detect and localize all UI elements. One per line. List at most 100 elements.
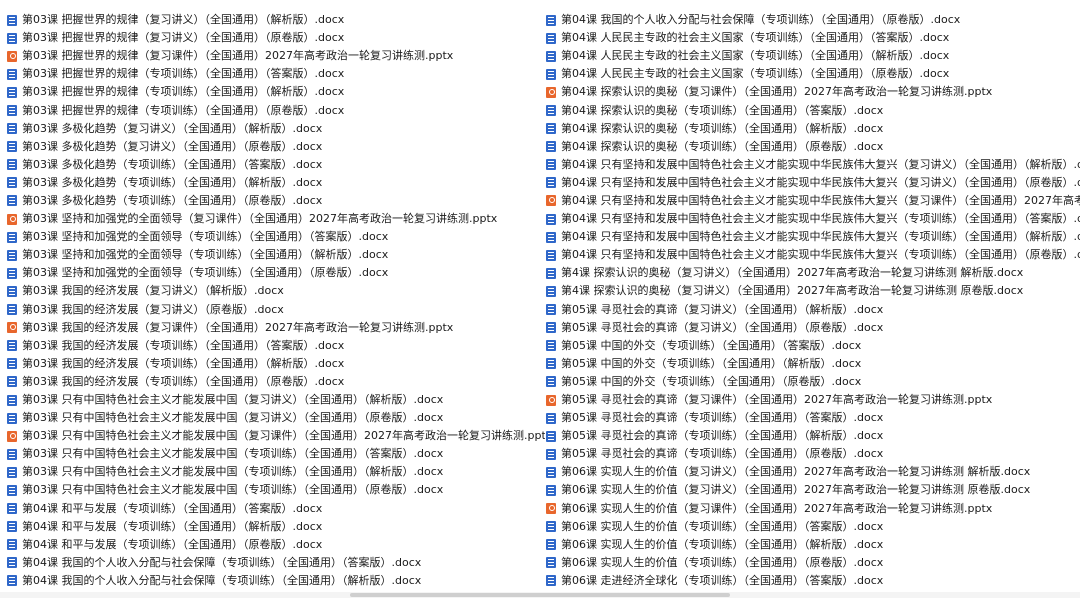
file-name: 第04课 探索认识的奥秘（专项训练）（全国通用）（解析版）.docx <box>561 121 884 135</box>
word-doc-icon <box>7 358 17 370</box>
word-doc-icon <box>546 123 556 135</box>
file-name: 第03课 多极化趋势（复习讲义）（全国通用）（解析版）.docx <box>22 121 323 135</box>
file-name: 第03课 坚持和加强党的全面领导（专项训练）（全国通用）（答案版）.docx <box>22 230 389 244</box>
file-item[interactable]: 第03课 我国的经济发展（复习讲义）（解析版）.docx <box>7 282 545 300</box>
word-doc-icon <box>546 68 556 80</box>
file-item[interactable]: 第04课 和平与发展（专项训练）（全国通用）（原卷版）.docx <box>7 536 545 554</box>
file-item[interactable]: 第03课 我国的经济发展（复习课件）（全国通用）2027年高考政治一轮复习讲练测… <box>7 319 545 337</box>
file-item[interactable]: 第04课 只有坚持和发展中国特色社会主义才能实现中华民族伟大复兴（专项训练）（全… <box>546 210 1080 228</box>
file-name: 第04课 只有坚持和发展中国特色社会主义才能实现中华民族伟大复兴（复习课件）（全… <box>561 193 1080 207</box>
powerpoint-icon <box>546 86 556 98</box>
word-doc-icon <box>7 557 17 569</box>
file-item[interactable]: 第03课 多极化趋势（复习讲义）（全国通用）（原卷版）.docx <box>7 138 545 156</box>
file-name: 第04课 只有坚持和发展中国特色社会主义才能实现中华民族伟大复兴（复习讲义）（全… <box>561 157 1080 171</box>
file-item[interactable]: 第03课 只有中国特色社会主义才能发展中国（专项训练）（全国通用）（答案版）.d… <box>7 445 545 463</box>
word-doc-icon <box>7 195 17 207</box>
file-item[interactable]: 第06课 实现人生的价值（复习讲义）（全国通用）2027年高考政治一轮复习讲练测… <box>546 481 1080 499</box>
word-doc-icon <box>546 267 556 279</box>
file-item[interactable]: 第03课 多极化趋势（专项训练）（全国通用）（原卷版）.docx <box>7 192 545 210</box>
file-item[interactable]: 第05课 寻觅社会的真谛（专项训练）（全国通用）（解析版）.docx <box>546 427 1080 445</box>
file-item[interactable]: 第04课 和平与发展（专项训练）（全国通用）（解析版）.docx <box>7 518 545 536</box>
file-item[interactable]: 第05课 寻觅社会的真谛（专项训练）（全国通用）（原卷版）.docx <box>546 445 1080 463</box>
word-doc-icon <box>7 249 17 261</box>
file-item[interactable]: 第04课 我国的个人收入分配与社会保障（专项训练）（全国通用）（答案版）.doc… <box>7 554 545 572</box>
word-doc-icon <box>7 412 17 424</box>
file-item[interactable]: 第05课 寻觅社会的真谛（专项训练）（全国通用）（答案版）.docx <box>546 409 1080 427</box>
file-item[interactable]: 第04课 只有坚持和发展中国特色社会主义才能实现中华民族伟大复兴（复习讲义）（全… <box>546 174 1080 192</box>
file-name: 第04课 我国的个人收入分配与社会保障（专项训练）（全国通用）（解析版）.doc… <box>22 573 422 587</box>
file-item[interactable]: 第03课 多极化趋势（复习讲义）（全国通用）（解析版）.docx <box>7 120 545 138</box>
file-name: 第03课 我国的经济发展（专项训练）（全国通用）（原卷版）.docx <box>22 374 345 388</box>
file-name: 第03课 只有中国特色社会主义才能发展中国（复习讲义）（全国通用）（解析版）.d… <box>22 393 444 407</box>
file-item[interactable]: 第04课 只有坚持和发展中国特色社会主义才能实现中华民族伟大复兴（复习讲义）（全… <box>546 156 1080 174</box>
file-item[interactable]: 第03课 把握世界的规律（专项训练）（全国通用）（原卷版）.docx <box>7 101 545 119</box>
file-name: 第04课 人民民主专政的社会主义国家（专项训练）（全国通用）（原卷版）.docx <box>561 67 950 81</box>
file-item[interactable]: 第06课 实现人生的价值（专项训练）（全国通用）（答案版）.docx <box>546 518 1080 536</box>
horizontal-scrollbar[interactable] <box>0 592 1080 598</box>
file-item[interactable]: 第03课 把握世界的规律（专项训练）（全国通用）（答案版）.docx <box>7 65 545 83</box>
file-item[interactable]: 第05课 寻觅社会的真谛（复习讲义）（全国通用）（解析版）.docx <box>546 301 1080 319</box>
file-name: 第03课 只有中国特色社会主义才能发展中国（复习课件）（全国通用）2027年高考… <box>22 429 545 443</box>
file-item[interactable]: 第03课 我国的经济发展（专项训练）（全国通用）（解析版）.docx <box>7 355 545 373</box>
file-item[interactable]: 第03课 我国的经济发展（专项训练）（全国通用）（原卷版）.docx <box>7 373 545 391</box>
file-item[interactable]: 第03课 我国的经济发展（专项训练）（全国通用）（答案版）.docx <box>7 337 545 355</box>
file-item[interactable]: 第04课 只有坚持和发展中国特色社会主义才能实现中华民族伟大复兴（复习课件）（全… <box>546 192 1080 210</box>
word-doc-icon <box>7 32 17 44</box>
file-item[interactable]: 第03课 坚持和加强党的全面领导（复习课件）（全国通用）2027年高考政治一轮复… <box>7 210 545 228</box>
file-item[interactable]: 第05课 中国的外交（专项训练）（全国通用）（解析版）.docx <box>546 355 1080 373</box>
file-item[interactable]: 第05课 寻觅社会的真谛（复习课件）（全国通用）2027年高考政治一轮复习讲练测… <box>546 391 1080 409</box>
file-item[interactable]: 第4课 探索认识的奥秘（复习讲义）（全国通用）2027年高考政治一轮复习讲练测 … <box>546 282 1080 300</box>
file-item[interactable]: 第03课 把握世界的规律（专项训练）（全国通用）（解析版）.docx <box>7 83 545 101</box>
file-item[interactable]: 第06课 实现人生的价值（专项训练）（全国通用）（原卷版）.docx <box>546 554 1080 572</box>
file-item[interactable]: 第03课 只有中国特色社会主义才能发展中国（专项训练）（全国通用）（解析版）.d… <box>7 463 545 481</box>
file-item[interactable]: 第4课 探索认识的奥秘（复习讲义）（全国通用）2027年高考政治一轮复习讲练测 … <box>546 264 1080 282</box>
file-item[interactable]: 第04课 我国的个人收入分配与社会保障（专项训练）（全国通用）（解析版）.doc… <box>7 572 545 590</box>
file-item[interactable]: 第04课 探索认识的奥秘（专项训练）（全国通用）（原卷版）.docx <box>546 138 1080 156</box>
file-name: 第06课 实现人生的价值（复习课件）（全国通用）2027年高考政治一轮复习讲练测… <box>561 501 993 515</box>
file-name: 第04课 人民民主专政的社会主义国家（专项训练）（全国通用）（答案版）.docx <box>561 31 950 45</box>
word-doc-icon <box>546 358 556 370</box>
file-item[interactable]: 第06课 走进经济全球化（专项训练）（全国通用）（答案版）.docx <box>546 572 1080 590</box>
word-doc-icon <box>546 231 556 243</box>
file-item[interactable]: 第04课 人民民主专政的社会主义国家（专项训练）（全国通用）（解析版）.docx <box>546 47 1080 65</box>
file-item[interactable]: 第06课 实现人生的价值（复习课件）（全国通用）2027年高考政治一轮复习讲练测… <box>546 500 1080 518</box>
file-item[interactable]: 第04课 人民民主专政的社会主义国家（专项训练）（全国通用）（原卷版）.docx <box>546 65 1080 83</box>
file-item[interactable]: 第03课 只有中国特色社会主义才能发展中国（复习讲义）（全国通用）（解析版）.d… <box>7 391 545 409</box>
file-item[interactable]: 第03课 多极化趋势（专项训练）（全国通用）（解析版）.docx <box>7 174 545 192</box>
word-doc-icon <box>7 231 17 243</box>
file-item[interactable]: 第06课 实现人生的价值（专项训练）（全国通用）（解析版）.docx <box>546 536 1080 554</box>
file-item[interactable]: 第03课 多极化趋势（专项训练）（全国通用）（答案版）.docx <box>7 156 545 174</box>
file-item[interactable]: 第05课 中国的外交（专项训练）（全国通用）（答案版）.docx <box>546 337 1080 355</box>
file-name: 第06课 实现人生的价值（专项训练）（全国通用）（答案版）.docx <box>561 519 884 533</box>
powerpoint-icon <box>546 195 556 207</box>
file-item[interactable]: 第05课 寻觅社会的真谛（复习讲义）（全国通用）（原卷版）.docx <box>546 319 1080 337</box>
file-item[interactable]: 第04课 探索认识的奥秘（复习课件）（全国通用）2027年高考政治一轮复习讲练测… <box>546 83 1080 101</box>
file-item[interactable]: 第03课 把握世界的规律（复习课件）（全国通用）2027年高考政治一轮复习讲练测… <box>7 47 545 65</box>
file-item[interactable]: 第03课 坚持和加强党的全面领导（专项训练）（全国通用）（原卷版）.docx <box>7 264 545 282</box>
file-item[interactable]: 第03课 坚持和加强党的全面领导（专项训练）（全国通用）（答案版）.docx <box>7 228 545 246</box>
file-item[interactable]: 第03课 只有中国特色社会主义才能发展中国（专项训练）（全国通用）（原卷版）.d… <box>7 481 545 499</box>
file-item[interactable]: 第03课 把握世界的规律（复习讲义）（全国通用）（解析版）.docx <box>7 11 545 29</box>
scrollbar-thumb[interactable] <box>350 593 730 597</box>
word-doc-icon <box>546 105 556 117</box>
file-item[interactable]: 第03课 只有中国特色社会主义才能发展中国（复习讲义）（全国通用）（原卷版）.d… <box>7 409 545 427</box>
word-doc-icon <box>7 14 17 26</box>
powerpoint-icon <box>546 394 556 406</box>
file-item[interactable]: 第04课 只有坚持和发展中国特色社会主义才能实现中华民族伟大复兴（专项训练）（全… <box>546 246 1080 264</box>
file-item[interactable]: 第04课 我国的个人收入分配与社会保障（专项训练）（全国通用）（原卷版）.doc… <box>546 11 1080 29</box>
file-item[interactable]: 第03课 把握世界的规律（复习讲义）（全国通用）（原卷版）.docx <box>7 29 545 47</box>
file-item[interactable]: 第04课 只有坚持和发展中国特色社会主义才能实现中华民族伟大复兴（专项训练）（全… <box>546 228 1080 246</box>
file-name: 第03课 把握世界的规律（专项训练）（全国通用）（答案版）.docx <box>22 67 345 81</box>
word-doc-icon <box>546 430 556 442</box>
file-item[interactable]: 第06课 实现人生的价值（复习讲义）（全国通用）2027年高考政治一轮复习讲练测… <box>546 463 1080 481</box>
file-item[interactable]: 第04课 人民民主专政的社会主义国家（专项训练）（全国通用）（答案版）.docx <box>546 29 1080 47</box>
file-item[interactable]: 第03课 坚持和加强党的全面领导（专项训练）（全国通用）（解析版）.docx <box>7 246 545 264</box>
word-doc-icon <box>546 213 556 225</box>
file-item[interactable]: 第04课 和平与发展（专项训练）（全国通用）（答案版）.docx <box>7 500 545 518</box>
file-name: 第04课 只有坚持和发展中国特色社会主义才能实现中华民族伟大复兴（专项训练）（全… <box>561 248 1080 262</box>
file-item[interactable]: 第05课 中国的外交（专项训练）（全国通用）（原卷版）.docx <box>546 373 1080 391</box>
file-item[interactable]: 第03课 只有中国特色社会主义才能发展中国（复习课件）（全国通用）2027年高考… <box>7 427 545 445</box>
file-item[interactable]: 第04课 探索认识的奥秘（专项训练）（全国通用）（解析版）.docx <box>546 120 1080 138</box>
file-item[interactable]: 第04课 探索认识的奥秘（专项训练）（全国通用）（答案版）.docx <box>546 101 1080 119</box>
file-item[interactable]: 第03课 我国的经济发展（复习讲义）（原卷版）.docx <box>7 301 545 319</box>
